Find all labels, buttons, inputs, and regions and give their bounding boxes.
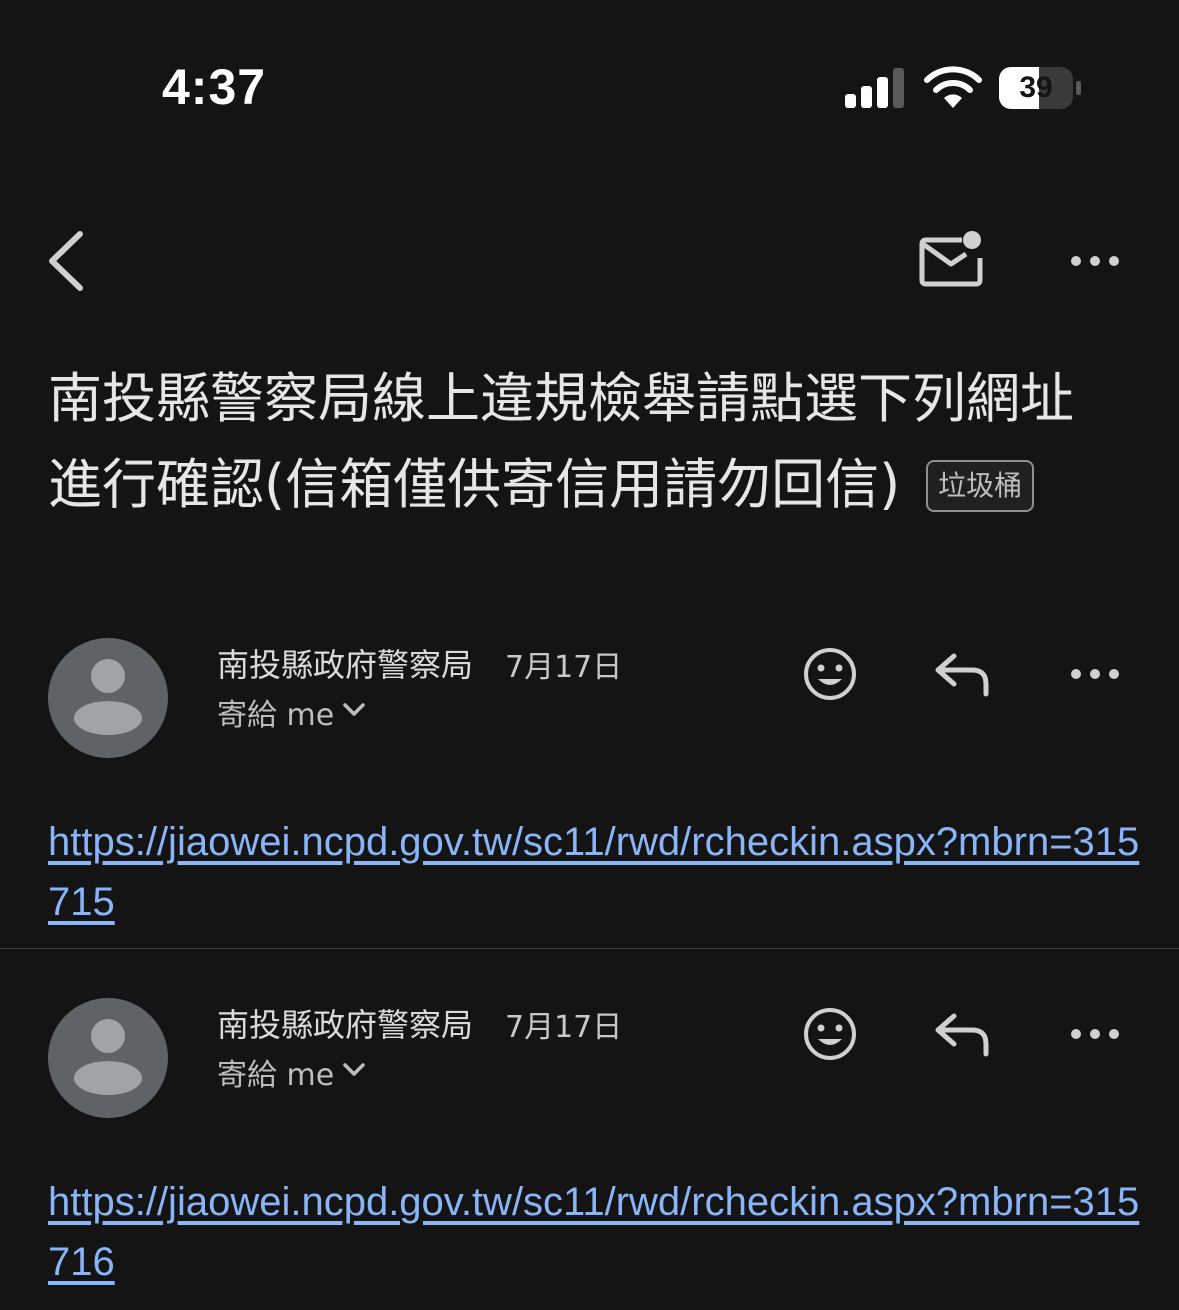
- more-horizontal-icon[interactable]: [1066, 659, 1126, 689]
- emoji-reaction-icon[interactable]: [802, 1006, 858, 1062]
- recipient-line[interactable]: 寄給 me: [217, 1050, 334, 1094]
- emoji-reaction-icon[interactable]: [802, 646, 858, 702]
- person-icon: [74, 1019, 142, 1095]
- chevron-left-icon[interactable]: [42, 228, 92, 294]
- more-horizontal-icon[interactable]: [1066, 246, 1126, 276]
- message-date: 7月17日: [505, 1010, 623, 1045]
- battery-level: 39: [1019, 71, 1053, 104]
- subject-line-1: 南投縣警察局線上違規檢舉請點選下列網址: [48, 367, 1074, 430]
- message-item: 南投縣政府警察局 7月17日 寄給 me https://jiaowei.ncp…: [0, 620, 1179, 950]
- chevron-down-icon[interactable]: [342, 1062, 366, 1078]
- sender-name[interactable]: 南投縣政府警察局: [217, 640, 473, 686]
- avatar[interactable]: [48, 998, 168, 1118]
- message-date: 7月17日: [505, 650, 623, 685]
- verification-link[interactable]: https://jiaowei.ncpd.gov.tw/sc11/rwd/rch…: [48, 1172, 1148, 1292]
- chevron-down-icon[interactable]: [342, 702, 366, 718]
- email-subject: 南投縣警察局線上違規檢舉請點選下列網址 進行確認(信箱僅供寄信用請勿回信) 垃圾桶: [48, 356, 1148, 528]
- message-divider: [0, 948, 1179, 949]
- subject-line-2: 進行確認(信箱僅供寄信用請勿回信): [48, 453, 901, 516]
- more-horizontal-icon[interactable]: [1066, 1019, 1126, 1049]
- person-icon: [74, 659, 142, 735]
- avatar[interactable]: [48, 638, 168, 758]
- recipient-line[interactable]: 寄給 me: [217, 690, 334, 734]
- status-bar: 4:37 39: [0, 0, 1179, 180]
- message-item: 南投縣政府警察局 7月17日 寄給 me https://jiaowei.ncp…: [0, 980, 1179, 1310]
- reply-icon[interactable]: [932, 648, 992, 698]
- mark-unread-icon[interactable]: [916, 228, 988, 290]
- cellular-signal-icon: [845, 68, 904, 108]
- wifi-icon: [924, 66, 982, 108]
- verification-link[interactable]: https://jiaowei.ncpd.gov.tw/sc11/rwd/rch…: [48, 812, 1148, 932]
- sender-name[interactable]: 南投縣政府警察局: [217, 1000, 473, 1046]
- status-time: 4:37: [162, 59, 267, 115]
- reply-icon[interactable]: [932, 1008, 992, 1058]
- trash-label-chip[interactable]: 垃圾桶: [926, 460, 1035, 512]
